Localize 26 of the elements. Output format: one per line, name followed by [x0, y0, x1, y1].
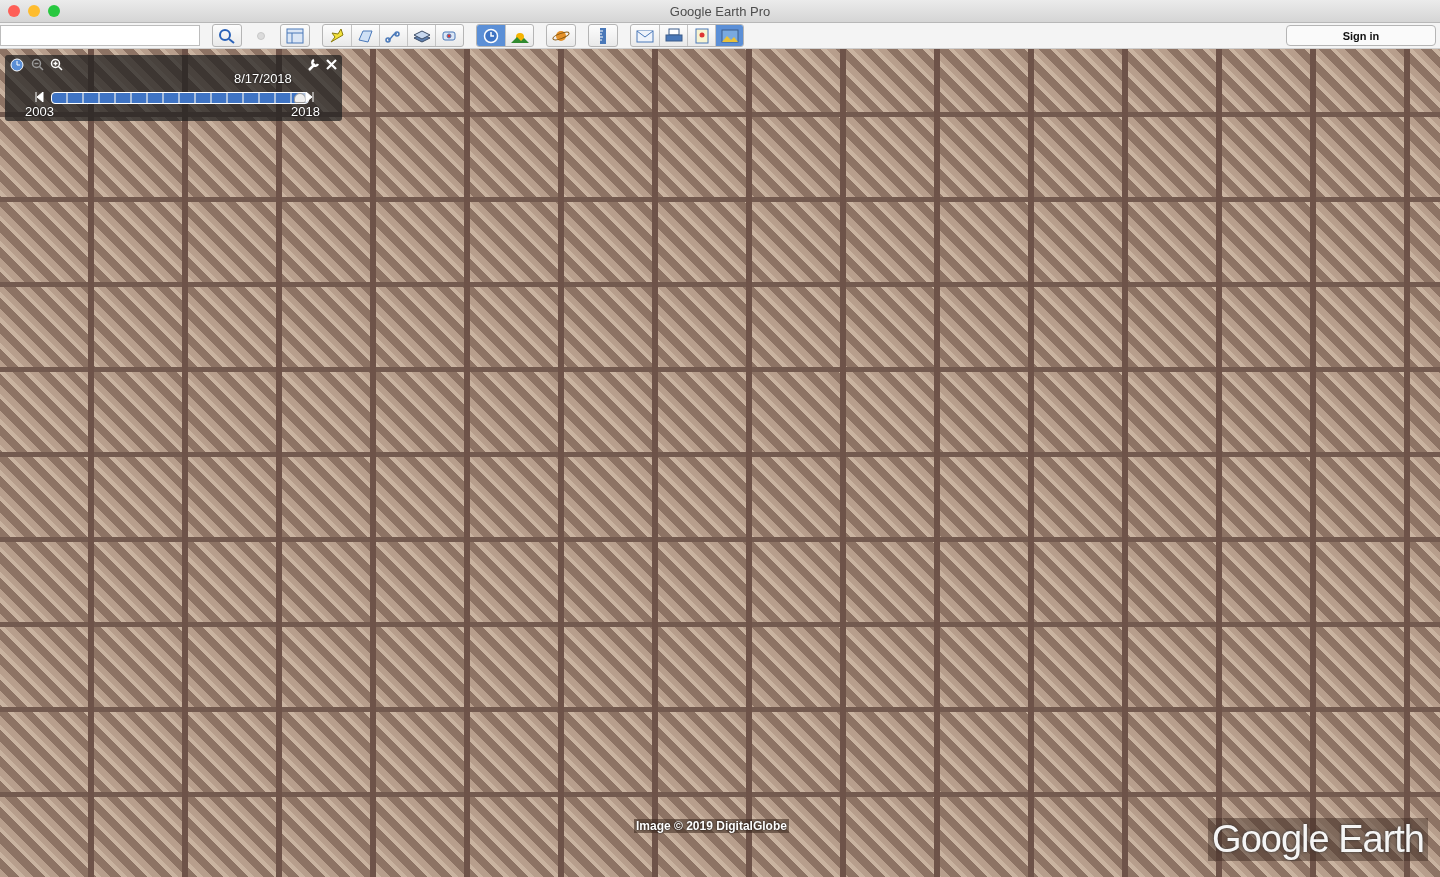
sign-in-button[interactable]: Sign in — [1286, 25, 1436, 46]
start-year: 2003 — [25, 104, 54, 119]
printer-icon — [664, 27, 683, 44]
search-icon — [218, 27, 236, 44]
zoom-out-icon[interactable] — [31, 58, 44, 71]
end-year: 2018 — [291, 104, 320, 119]
clock-icon — [482, 27, 500, 44]
close-icon[interactable] — [326, 59, 337, 70]
polygon-icon — [356, 27, 375, 44]
envelope-icon — [636, 27, 654, 44]
map-icon — [692, 27, 711, 44]
current-date: 8/17/2018 — [234, 71, 292, 86]
toolbar-button[interactable] — [477, 25, 505, 46]
skip-back-icon[interactable] — [35, 92, 44, 102]
zoom-in-icon[interactable] — [50, 58, 63, 71]
window-title: Google Earth Pro — [669, 3, 771, 19]
image-icon — [720, 27, 739, 44]
clock-icon[interactable] — [10, 58, 24, 72]
search-field[interactable] — [0, 25, 200, 46]
logo-text: Google Earth — [1208, 818, 1428, 861]
imagery-attribution: Image © 2019 DigitalGlobe — [634, 819, 789, 833]
wrench-icon[interactable] — [307, 58, 320, 71]
skip-forward-icon[interactable] — [305, 92, 314, 102]
toolbar-button[interactable] — [715, 25, 743, 46]
sidebar-icon — [286, 27, 304, 44]
close-button[interactable] — [8, 5, 20, 17]
